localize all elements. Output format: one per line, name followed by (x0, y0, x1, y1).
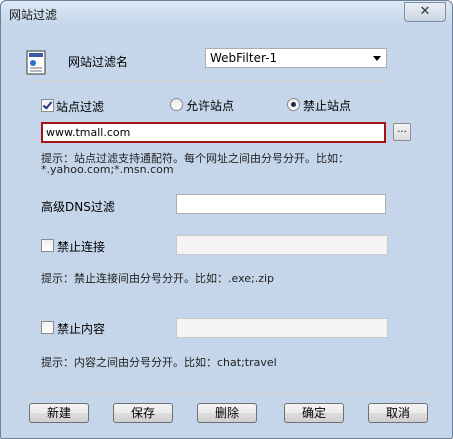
site-url-input[interactable]: www.tmall.com (41, 122, 386, 143)
document-icon (26, 50, 46, 75)
site-url-value: www.tmall.com (46, 126, 131, 139)
filter-name-value: WebFilter-1 (210, 51, 278, 65)
ok-button[interactable]: 确定 (284, 403, 344, 423)
site-filter-label: 站点过滤 (56, 100, 105, 114)
dns-filter-input[interactable] (176, 194, 386, 214)
block-connect-hint: 提示：禁止连接间由分号分开。比如：.exe;.zip (41, 272, 275, 285)
divider-bottom (30, 393, 440, 394)
browse-button[interactable]: ... (393, 123, 411, 141)
title-bar[interactable]: 网站过滤 ✕ (1, 1, 452, 27)
filter-name-label: 网站过滤名 (68, 55, 129, 69)
site-filter-checkbox[interactable] (41, 99, 54, 112)
filter-name-select[interactable]: WebFilter-1 (205, 48, 387, 68)
block-content-input[interactable] (176, 318, 388, 338)
save-button[interactable]: 保存 (113, 403, 173, 423)
close-icon: ✕ (419, 4, 431, 19)
block-connect-checkbox[interactable] (41, 239, 54, 252)
window-title: 网站过滤 (9, 8, 58, 22)
block-content-hint: 提示：内容之间由分号分开。比如：chat;travel (41, 356, 277, 369)
site-filter-hint-example: *.yahoo.com;*.msn.com (41, 163, 174, 176)
delete-button[interactable]: 删除 (197, 403, 257, 423)
block-content-label: 禁止内容 (57, 322, 106, 336)
block-connect-label: 禁止连接 (57, 240, 106, 254)
allow-sites-radio[interactable] (170, 98, 183, 111)
block-sites-radio[interactable] (287, 98, 300, 111)
block-content-checkbox[interactable] (41, 321, 54, 334)
divider (30, 80, 390, 81)
close-button[interactable]: ✕ (404, 2, 446, 22)
dns-filter-label: 高级DNS过滤 (41, 200, 115, 214)
allow-sites-label: 允许站点 (186, 99, 235, 113)
block-connect-input[interactable] (176, 235, 388, 255)
new-button[interactable]: 新建 (29, 403, 89, 423)
block-sites-label: 禁止站点 (303, 99, 352, 113)
chevron-down-icon[interactable] (373, 56, 381, 61)
cancel-button[interactable]: 取消 (368, 403, 428, 423)
